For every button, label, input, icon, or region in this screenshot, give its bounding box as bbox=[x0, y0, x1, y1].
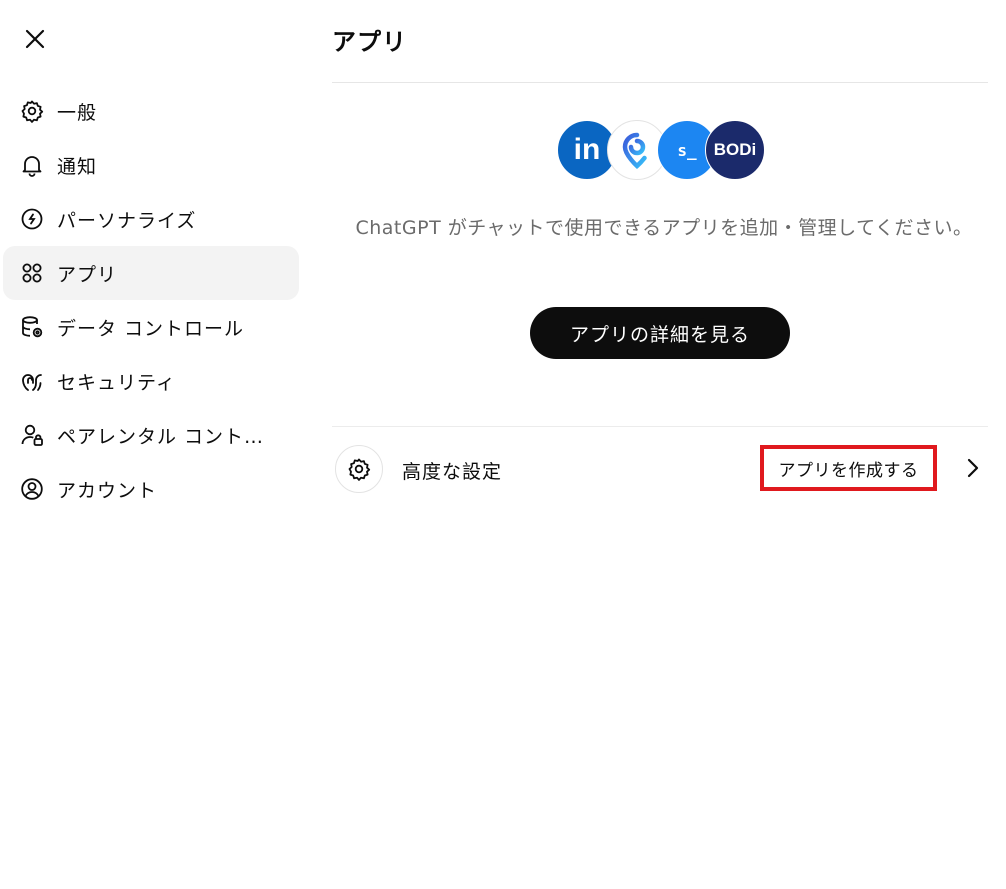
divider bbox=[332, 426, 988, 427]
sidebar-item-label: アカウント bbox=[57, 479, 158, 502]
sidebar-item-data-controls[interactable]: データ コントロール bbox=[3, 300, 299, 354]
security-icon bbox=[19, 368, 45, 394]
advanced-settings-row[interactable]: 高度な設定 アプリを作成する bbox=[332, 440, 988, 498]
settings-sidebar: 一般 通知 パーソナライズ アプリ データ コントロール セキュリティ ペアレン… bbox=[0, 84, 300, 516]
sidebar-item-parental-controls[interactable]: ペアレンタル コント… bbox=[3, 408, 299, 462]
personalize-icon bbox=[19, 206, 45, 232]
database-gear-icon bbox=[19, 314, 45, 340]
advanced-settings-icon-wrapper bbox=[335, 445, 383, 493]
sidebar-item-label: ペアレンタル コント… bbox=[57, 425, 265, 448]
bodi-logo-text: BODi bbox=[713, 140, 757, 159]
sidebar-item-label: セキュリティ bbox=[57, 371, 176, 394]
sidebar-item-security[interactable]: セキュリティ bbox=[3, 354, 299, 408]
gear-icon bbox=[19, 98, 45, 124]
sidebar-item-account[interactable]: アカウント bbox=[3, 462, 299, 516]
sidebar-item-notifications[interactable]: 通知 bbox=[3, 138, 299, 192]
sidebar-item-label: データ コントロール bbox=[57, 317, 245, 340]
apps-grid-icon bbox=[19, 260, 45, 286]
account-icon bbox=[19, 476, 45, 502]
location-pin-icon bbox=[622, 132, 647, 170]
divider bbox=[332, 82, 988, 83]
sidebar-item-label: 通知 bbox=[57, 155, 98, 178]
settings-dialog: 一般 通知 パーソナライズ アプリ データ コントロール セキュリティ ペアレン… bbox=[0, 0, 1006, 889]
sidebar-item-label: 一般 bbox=[57, 101, 98, 124]
sidebar-item-personalize[interactable]: パーソナライズ bbox=[3, 192, 299, 246]
user-lock-icon bbox=[19, 422, 45, 448]
create-app-button[interactable]: アプリを作成する bbox=[760, 445, 937, 491]
page-title: アプリ bbox=[332, 28, 407, 56]
app-logos: in s_ BODi bbox=[557, 120, 767, 182]
sidebar-item-apps[interactable]: アプリ bbox=[3, 246, 299, 300]
gear-icon bbox=[348, 458, 371, 481]
bodi-logo: BODi bbox=[705, 120, 765, 180]
close-icon bbox=[25, 29, 45, 49]
advanced-settings-label: 高度な設定 bbox=[402, 461, 503, 483]
close-button[interactable] bbox=[20, 24, 50, 54]
linkedin-logo-text: in bbox=[573, 133, 601, 166]
learn-more-apps-button[interactable]: アプリの詳細を見る bbox=[530, 307, 790, 359]
apps-description: ChatGPT がチャットで使用できるアプリを追加・管理してください。 bbox=[355, 217, 973, 239]
terminal-logo-text: s_ bbox=[677, 140, 697, 160]
sidebar-item-label: パーソナライズ bbox=[57, 209, 197, 232]
chevron-right-icon[interactable] bbox=[960, 456, 984, 480]
sidebar-item-general[interactable]: 一般 bbox=[3, 84, 299, 138]
sidebar-item-label: アプリ bbox=[57, 263, 118, 286]
bell-icon bbox=[19, 152, 45, 178]
